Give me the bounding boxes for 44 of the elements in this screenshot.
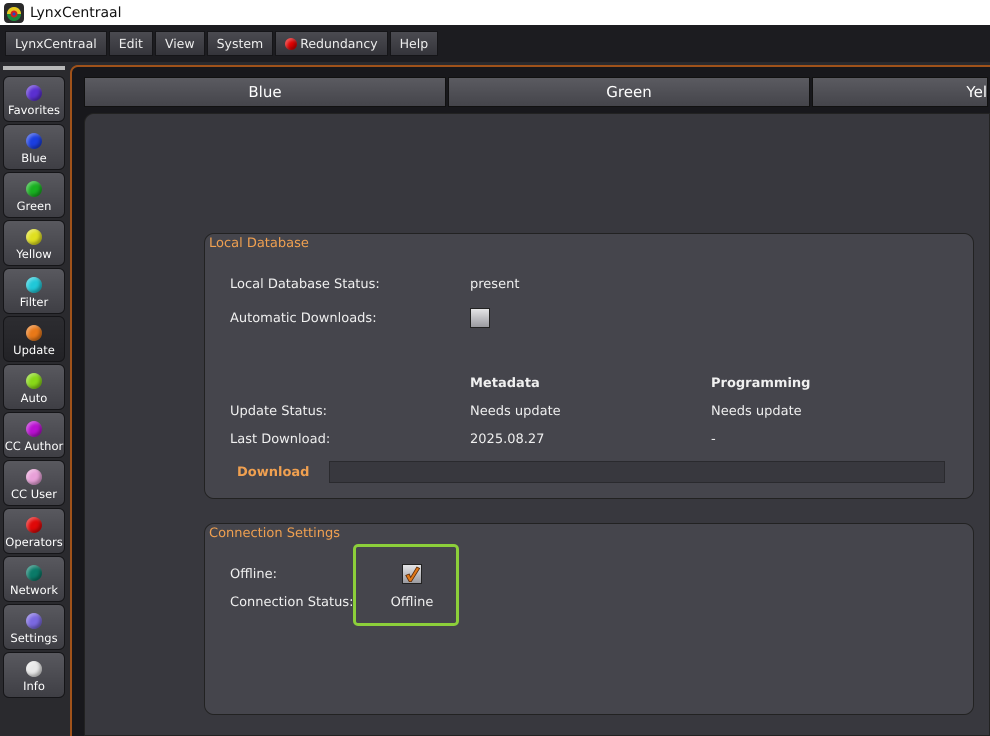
field-value: present (470, 276, 520, 294)
sidebar-item[interactable]: CC Author (3, 412, 65, 458)
group-title: Connection Settings (208, 525, 342, 543)
menu-button[interactable]: Redundancy (275, 31, 388, 56)
field-label: Last Download: (230, 430, 332, 448)
field-value: Needs update (470, 402, 562, 420)
group-title: Local Database (208, 235, 310, 253)
sidebar-item[interactable]: Network (3, 556, 65, 602)
field-label: Update Status: (230, 402, 328, 420)
sidebar-indicator (3, 66, 65, 70)
sidebar-item[interactable]: Settings (3, 604, 65, 650)
column-header: Metadata (470, 374, 541, 392)
checkbox[interactable] (402, 564, 422, 584)
sidebar-item[interactable]: Update (3, 316, 65, 362)
sidebar-item[interactable]: Operators (3, 508, 65, 554)
sidebar-item[interactable]: Info (3, 652, 65, 698)
field-value: Offline (390, 594, 434, 612)
menu-button[interactable]: System (206, 31, 274, 56)
column-header: Programming (711, 374, 812, 392)
sidebar-item[interactable]: Filter (3, 268, 65, 314)
field-value: 2025.08.27 (470, 430, 546, 448)
field-label: Offline: (230, 566, 278, 584)
sidebar-item[interactable]: Favorites (3, 76, 65, 122)
menu-button[interactable]: Edit (108, 31, 153, 56)
sidebar-item[interactable]: Green (3, 172, 65, 218)
sidebar-item[interactable]: Auto (3, 364, 65, 410)
field-value: - (711, 430, 717, 448)
checkbox[interactable] (470, 308, 490, 328)
field-value: Needs update (711, 402, 803, 420)
tab[interactable]: Yel (812, 77, 988, 107)
sidebar-item[interactable]: CC User (3, 460, 65, 506)
menu-button[interactable]: View (154, 31, 205, 56)
tab[interactable]: Green (448, 77, 810, 107)
field-label: Automatic Downloads: (230, 310, 378, 328)
app-logo-icon (4, 2, 24, 22)
tab[interactable]: Blue (84, 77, 446, 107)
field-label: Local Database Status: (230, 276, 381, 294)
field-label: Connection Status: (230, 594, 354, 612)
sidebar-item[interactable]: Blue (3, 124, 65, 170)
download-button[interactable]: Download (237, 462, 310, 482)
sidebar-item[interactable]: Yellow (3, 220, 65, 266)
menu-button[interactable]: LynxCentraal (5, 31, 107, 56)
window-title: LynxCentraal (30, 4, 122, 20)
menu-button[interactable]: Help (390, 31, 438, 56)
